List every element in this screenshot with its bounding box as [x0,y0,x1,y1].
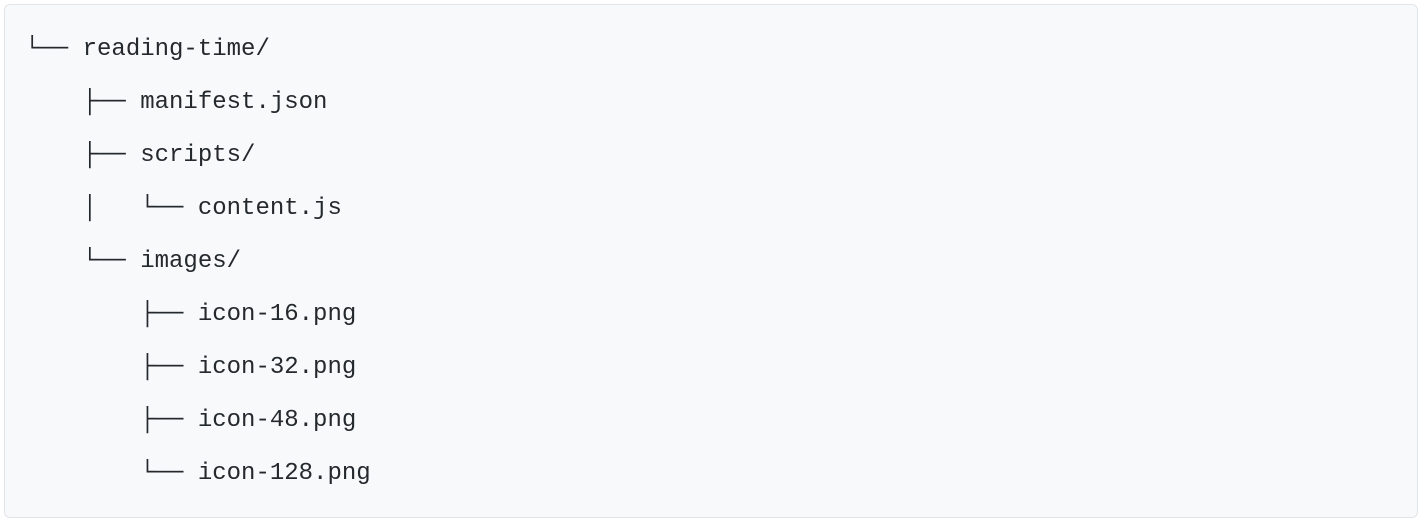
tree-line-manifest: ├── manifest.json [25,76,1397,129]
tree-line-icon-128: └── icon-128.png [25,447,1397,500]
tree-line-scripts-dir: ├── scripts/ [25,129,1397,182]
directory-tree-block: └── reading-time/ ├── manifest.json ├── … [4,4,1418,518]
tree-line-content-js: │ └── content.js [25,182,1397,235]
tree-line-images-dir: └── images/ [25,235,1397,288]
tree-line-root: └── reading-time/ [25,23,1397,76]
tree-line-icon-16: ├── icon-16.png [25,288,1397,341]
tree-line-icon-32: ├── icon-32.png [25,341,1397,394]
tree-line-icon-48: ├── icon-48.png [25,394,1397,447]
